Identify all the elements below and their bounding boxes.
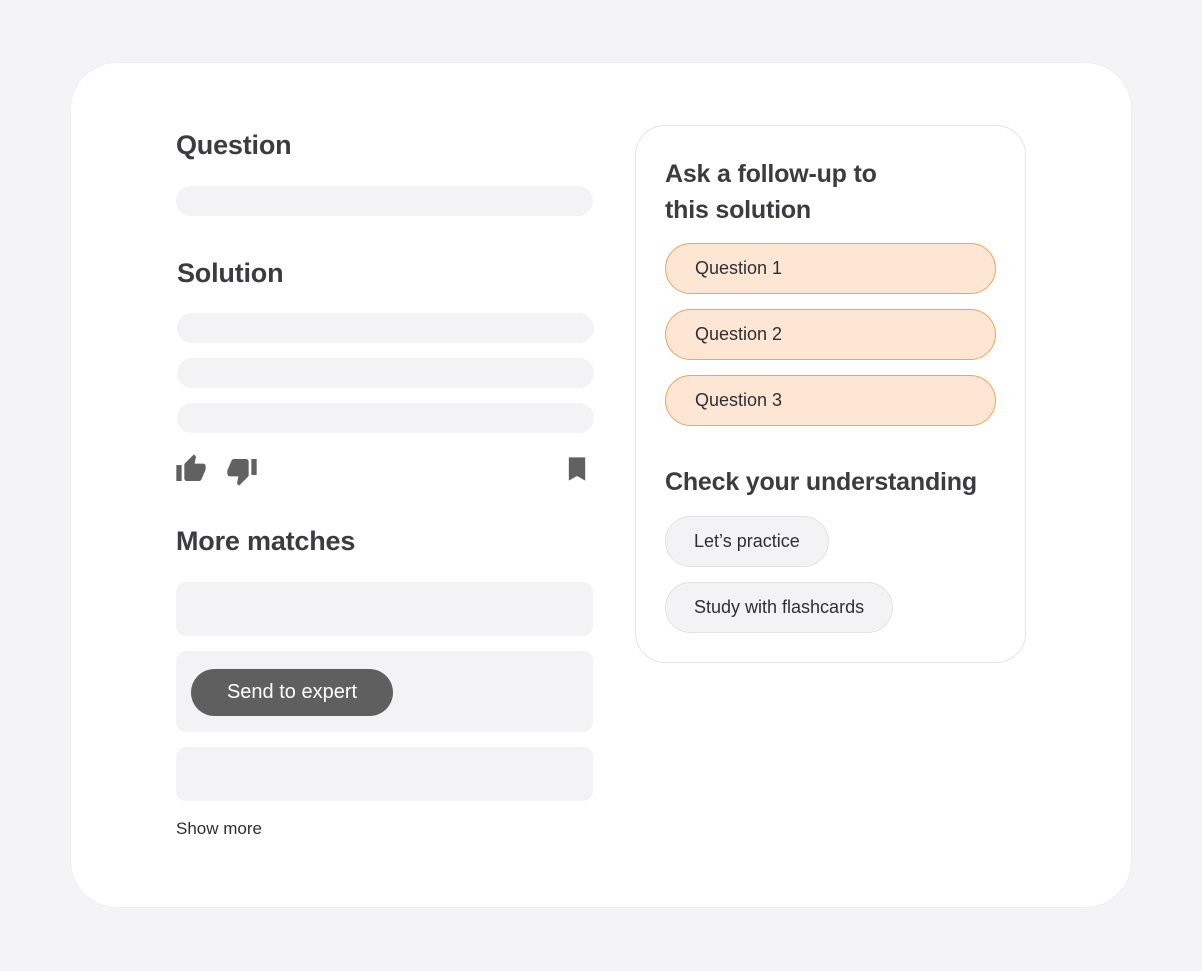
study-flashcards-button[interactable]: Study with flashcards — [665, 582, 894, 633]
follow-up-heading: Ask a follow-up to this solution — [665, 156, 877, 228]
send-to-expert-button[interactable]: Send to expert — [191, 669, 393, 716]
check-understanding-heading: Check your understanding — [665, 468, 977, 496]
thumbs-down-icon[interactable] — [226, 455, 258, 487]
more-matches-heading: More matches — [176, 526, 356, 556]
lets-practice-button[interactable]: Let’s practice — [665, 516, 829, 567]
thumbs-up-icon[interactable] — [175, 453, 207, 485]
follow-up-question-2[interactable]: Question 2 — [665, 309, 996, 360]
show-more-link[interactable]: Show more — [176, 819, 262, 839]
question-placeholder — [176, 186, 593, 216]
solution-heading: Solution — [177, 258, 284, 288]
follow-up-question-1[interactable]: Question 1 — [665, 243, 996, 294]
match-item[interactable] — [176, 582, 593, 636]
follow-up-heading-line: this solution — [665, 196, 811, 224]
question-heading: Question — [176, 130, 292, 160]
solution-placeholder-line — [177, 313, 594, 343]
follow-up-question-3[interactable]: Question 3 — [665, 375, 996, 426]
solution-placeholder-line — [177, 403, 594, 433]
bookmark-icon[interactable] — [563, 454, 591, 484]
follow-up-heading-line: Ask a follow-up to — [665, 160, 877, 188]
match-item[interactable] — [176, 747, 593, 801]
solution-placeholder-line — [177, 358, 594, 388]
